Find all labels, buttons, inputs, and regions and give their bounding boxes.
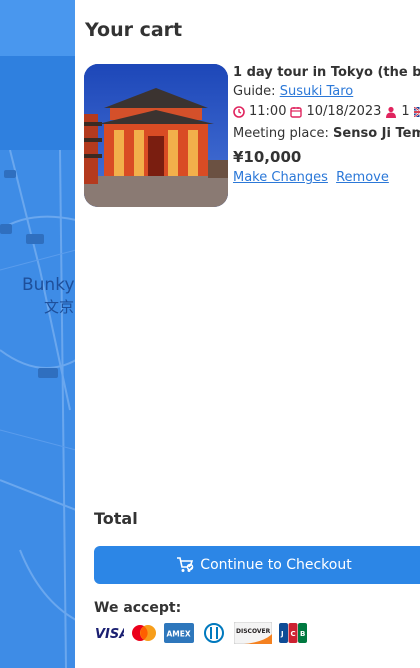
item-price: ¥10,000 [233, 148, 302, 166]
cart-item-info: 1 day tour in Tokyo (the better Guide: S… [233, 64, 420, 188]
remove-link[interactable]: Remove [336, 170, 389, 185]
person-icon [386, 106, 397, 118]
payment-cards: VISA AMEX DISCOVER [94, 622, 308, 644]
amex-icon: AMEX [164, 622, 194, 644]
background-map: Bunky 文京 [0, 0, 76, 668]
clock-icon [233, 106, 245, 118]
calendar-icon [290, 107, 303, 118]
discover-icon: DISCOVER [234, 622, 272, 644]
meeting-place: Senso Ji Temp [333, 126, 420, 141]
guide-label: Guide: [233, 84, 276, 99]
make-changes-link[interactable]: Make Changes [233, 170, 328, 185]
total-label: Total [94, 509, 138, 528]
meeting-row: Meeting place: Senso Ji Temp [233, 122, 420, 146]
checkout-button[interactable]: Continue to Checkout [94, 546, 420, 584]
checkout-label: Continue to Checkout [200, 557, 352, 573]
map-label-en: Bunky [22, 275, 75, 295]
jcb-icon: J C B [278, 622, 308, 644]
we-accept-label: We accept: [94, 600, 182, 616]
tour-image[interactable] [84, 64, 228, 207]
map-roads [0, 150, 76, 668]
visa-icon: VISA [94, 622, 124, 644]
svg-text:J: J [280, 630, 284, 638]
cart-icon [177, 557, 194, 572]
svg-text:C: C [291, 630, 296, 638]
guide-link[interactable]: Susuki Taro [280, 84, 354, 99]
booking-time: 11:00 [249, 104, 287, 119]
booking-date: 10/18/2023 [306, 104, 382, 119]
booking-people: 1 [401, 104, 410, 119]
svg-text:AMEX: AMEX [167, 630, 191, 639]
temple-photo [84, 64, 228, 207]
item-actions: Make Changes Remove [233, 168, 420, 188]
diners-club-icon [200, 622, 228, 644]
cart-title: Your cart [85, 19, 183, 41]
cart-panel: Your cart 1 day tour in Tokyo (the b Gui… [75, 0, 420, 668]
uk-flag-icon [413, 107, 420, 117]
guide-row: Guide: Susuki Taro [233, 82, 420, 102]
map-label-jp: 文京 [44, 298, 75, 316]
svg-text:DISCOVER: DISCOVER [236, 628, 271, 635]
map-overlay-top [0, 0, 76, 56]
meeting-label: Meeting place: [233, 126, 329, 141]
map-overlay-band [0, 56, 76, 150]
svg-text:VISA: VISA [95, 627, 124, 640]
mastercard-icon [130, 622, 158, 644]
svg-text:B: B [300, 630, 305, 638]
booking-details: 11:00 10/18/2023 1 E [233, 102, 420, 122]
tour-name: 1 day tour in Tokyo (the better [233, 65, 420, 80]
